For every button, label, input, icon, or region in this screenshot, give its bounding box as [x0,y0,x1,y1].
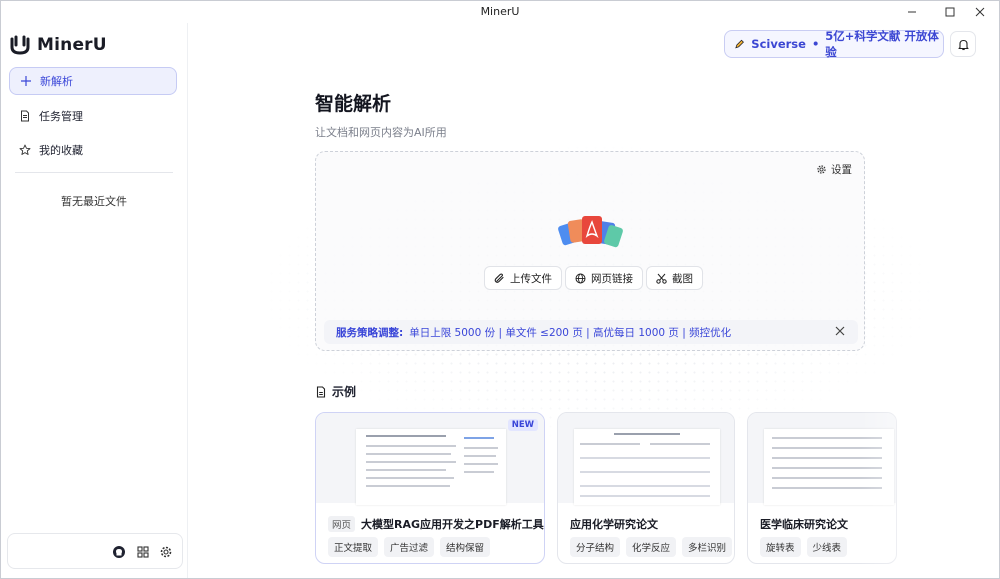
upload-file-button[interactable]: 上传文件 [484,266,562,290]
example-tags: 分子结构 化学反应 多栏识别 [570,537,733,557]
thumbnail-page [764,429,894,505]
document-icon [316,385,326,398]
close-icon[interactable] [834,325,846,337]
sidebar-item-favorites[interactable]: 我的收藏 [9,136,177,164]
example-tag: 多栏识别 [682,537,733,557]
example-card[interactable]: 医学临床研究论文 旋转表 少线表 [747,412,897,564]
maximize-button[interactable] [933,1,967,23]
minimize-icon [908,11,916,13]
minimize-button[interactable] [895,1,929,23]
example-title-text: 应用化学研究论文 [570,518,658,531]
page-title: 智能解析 [315,93,392,115]
sidebar-item-label: 我的收藏 [39,144,83,157]
example-tag: 少线表 [806,537,848,557]
maximize-icon [945,7,955,17]
bell-icon [957,39,969,50]
example-tags: 旋转表 少线表 [760,537,848,557]
sidebar-item-label: 新解析 [40,75,73,88]
upload-file-label: 上传文件 [510,272,552,285]
sidebar-footer [7,533,183,569]
promo-text: 5亿+科学文献 开放体验 [825,29,939,59]
example-title-text: 医学临床研究论文 [760,518,848,531]
sidebar-divider [15,172,173,173]
example-tags: 正文提取 广告过滤 结构保留 [328,537,491,557]
example-thumbnail [558,413,734,505]
mineru-logo-icon [10,35,30,55]
upload-dropzone[interactable]: 设置 上传文件 网页链接 截图 服务策略调整: 单日上限 5000 份 | 单文… [315,151,865,351]
window-title: MinerU [480,5,520,18]
screenshot-button[interactable]: 截图 [646,266,703,290]
sidebar-item-task-manage[interactable]: 任务管理 [9,102,177,130]
example-card[interactable]: NEW 网页 大模型RAG应用开发之PDF解析工具对比 正文提取 广告过滤 结构… [315,412,545,564]
notifications-button[interactable] [950,31,976,57]
sidebar-item-label: 任务管理 [39,110,83,123]
example-title-text: 大模型RAG应用开发之PDF解析工具对比 [361,518,544,531]
app-name: MinerU [37,35,107,55]
example-tag: 广告过滤 [384,537,435,557]
example-type-badge: 网页 [328,516,356,532]
star-icon [19,144,31,155]
thumbnail-page [356,429,506,505]
screenshot-label: 截图 [672,272,693,285]
promo-brand: Sciverse [751,37,806,51]
main-content: Sciverse • 5亿+科学文献 开放体验 智能解析 让文档和网页内容为AI… [187,23,999,578]
examples-heading: 示例 [315,383,356,400]
close-window-button[interactable] [963,1,997,23]
example-tag: 结构保留 [440,537,491,557]
web-link-label: 网页链接 [591,272,633,285]
github-icon[interactable] [112,545,126,559]
app-logo[interactable]: MinerU [9,35,107,55]
paperclip-icon [494,272,504,283]
title-bar: MinerU [1,1,999,23]
app-window: MinerU MinerU 新解析 任务管理 我的收藏 暂无最近文件 Scive… [0,0,1000,579]
notice-prefix: 服务策略调整: [336,326,404,339]
thumbnail-page [574,429,720,505]
close-icon [975,7,985,17]
new-badge: NEW [507,419,538,431]
sidebar-item-new-parse[interactable]: 新解析 [9,67,177,95]
example-title: 网页 大模型RAG应用开发之PDF解析工具对比 [328,516,544,532]
example-tag: 正文提取 [328,537,379,557]
example-card[interactable]: 应用化学研究论文 分子结构 化学反应 多栏识别 [557,412,735,564]
scissors-icon [656,273,667,284]
globe-icon [575,273,586,283]
file-types-icon [558,216,623,248]
web-link-button[interactable]: 网页链接 [565,266,643,290]
sidebar: MinerU 新解析 任务管理 我的收藏 暂无最近文件 [1,23,187,578]
example-tag: 化学反应 [626,537,677,557]
example-tag: 旋转表 [760,537,801,557]
pen-icon [735,39,744,49]
example-title: 应用化学研究论文 [570,516,658,532]
sciverse-promo-button[interactable]: Sciverse • 5亿+科学文献 开放体验 [724,29,944,59]
example-title: 医学临床研究论文 [760,516,848,532]
gear-icon[interactable] [159,545,173,559]
service-notice: 服务策略调整: 单日上限 5000 份 | 单文件 ≤200 页 | 高优每日 … [324,320,858,344]
grid-icon[interactable] [136,545,150,559]
gear-icon [817,165,826,174]
plus-icon [21,76,31,86]
document-icon [21,110,29,122]
settings-label: 设置 [831,164,852,176]
examples-title: 示例 [332,385,357,399]
notice-text: 单日上限 5000 份 | 单文件 ≤200 页 | 高优每日 1000 页 |… [409,326,732,339]
settings-button[interactable]: 设置 [816,162,852,177]
promo-separator: • [811,37,820,51]
page-subtitle: 让文档和网页内容为AI所用 [315,126,447,139]
example-thumbnail [748,413,896,505]
recent-files-empty: 暂无最近文件 [61,195,127,208]
example-tag: 分子结构 [570,537,621,557]
